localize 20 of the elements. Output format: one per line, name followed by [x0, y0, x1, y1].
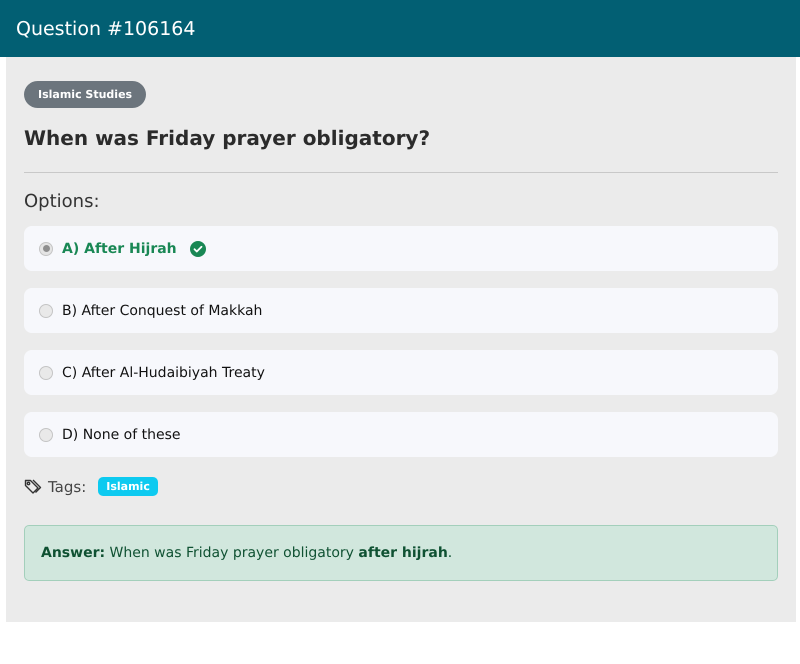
check-circle-icon	[190, 240, 206, 256]
page-title: Question #106164	[16, 18, 196, 40]
radio-button[interactable]	[39, 304, 53, 318]
option-label: B) After Conquest of Makkah	[62, 302, 262, 318]
options-label: Options:	[24, 191, 101, 212]
tags-icon	[24, 478, 42, 496]
answer-text: Answer: When was Friday prayer obligatory after hijrah.	[24, 525, 778, 581]
radio-button[interactable]	[39, 242, 53, 256]
option-label: D) None of these	[62, 426, 180, 442]
option-card[interactable]: C) After Al-Hudaibiyah Treaty	[24, 350, 778, 395]
option-label: A) After Hijrah	[62, 240, 177, 256]
option-card[interactable]: A) After Hijrah	[24, 226, 778, 271]
tags-label: Tags:	[48, 478, 86, 496]
radio-button[interactable]	[39, 428, 53, 442]
category-badge: Islamic Studies	[24, 81, 146, 108]
question-text: When was Friday prayer obligatory?	[24, 126, 432, 150]
option-label: C) After Al-Hudaibiyah Treaty	[62, 364, 265, 380]
option-card[interactable]: B) After Conquest of Makkah	[24, 288, 778, 333]
radio-button[interactable]	[39, 366, 53, 380]
option-card[interactable]: D) None of these	[24, 412, 778, 457]
